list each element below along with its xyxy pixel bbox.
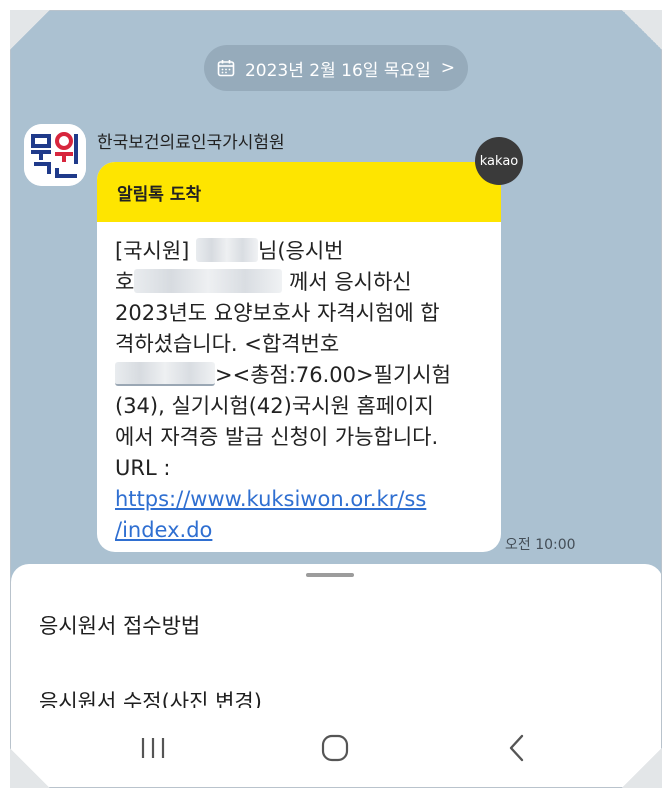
redacted-name xyxy=(196,238,259,262)
sheet-drag-handle[interactable] xyxy=(306,573,354,577)
calendar-icon xyxy=(217,60,235,77)
recent-apps-icon xyxy=(141,738,165,758)
redacted-pass-number xyxy=(115,362,215,386)
recent-apps-button[interactable] xyxy=(129,726,177,770)
message-text: ><총점:76.00>필기시험 xyxy=(215,363,451,387)
message-text: [국시원] xyxy=(115,239,197,263)
redacted-exam-number xyxy=(134,269,283,293)
kuksiwon-logo-icon xyxy=(24,124,86,186)
message-timestamp: 오전 10:00 xyxy=(505,537,576,553)
message-line: (34), 실기시험(42)국시원 홈페이지 xyxy=(115,394,434,418)
message-line: ><총점:76.00>필기시험 xyxy=(115,360,483,391)
chevron-right-icon: > xyxy=(440,58,455,78)
url-link[interactable]: https://www.kuksiwon.or.kr/ss xyxy=(115,487,426,511)
message-line: 2023년도 요양보호사 자격시험에 합 xyxy=(115,301,440,325)
message-line: https://www.kuksiwon.or.kr/ss xyxy=(115,484,483,515)
system-navigation-bar xyxy=(11,708,661,787)
menu-item-application-method[interactable]: 응시원서 접수방법 xyxy=(39,610,200,640)
kakao-badge-icon: kakao xyxy=(475,137,523,185)
message-text: 님(응시번 xyxy=(258,239,344,263)
sender-avatar[interactable] xyxy=(24,124,86,186)
message-text: 호 xyxy=(115,270,135,294)
message-line: [국시원] 님(응시번 xyxy=(115,236,483,267)
message-line: 호 께서 응시하신 xyxy=(115,267,483,298)
corner-decoration xyxy=(622,748,662,788)
message-bubble[interactable]: 알림톡 도착 [국시원] 님(응시번 호 께서 응시하신 2023년도 요양보호… xyxy=(97,162,501,552)
back-button[interactable] xyxy=(493,726,541,770)
date-text: 2023년 2월 16일 목요일 xyxy=(244,60,431,81)
home-icon xyxy=(321,734,349,762)
date-divider-button[interactable]: 2023년 2월 16일 목요일 > xyxy=(204,45,468,91)
home-button[interactable] xyxy=(311,726,359,770)
corner-decoration xyxy=(10,748,50,788)
chat-screen: 2023년 2월 16일 목요일 > 한국보건의료인국가시험원 알림톡 도착 [… xyxy=(10,10,662,788)
sender-name: 한국보건의료인국가시험원 xyxy=(97,133,285,153)
corner-decoration xyxy=(622,10,662,50)
bubble-header-title: 알림톡 도착 xyxy=(117,184,202,205)
back-icon xyxy=(509,734,524,762)
message-line: /index.do xyxy=(115,515,483,546)
message-line: URL : xyxy=(115,456,171,480)
url-link-continued[interactable]: /index.do xyxy=(115,518,212,542)
message-body: [국시원] 님(응시번 호 께서 응시하신 2023년도 요양보호사 자격시험에… xyxy=(97,222,501,546)
message-line: 격하셨습니다. <합격번호 xyxy=(115,332,340,356)
message-line: 에서 자격증 발급 신청이 가능합니다. xyxy=(115,425,439,449)
bubble-header: 알림톡 도착 xyxy=(97,162,501,222)
corner-decoration xyxy=(10,10,50,50)
message-text: 께서 응시하신 xyxy=(282,270,412,294)
